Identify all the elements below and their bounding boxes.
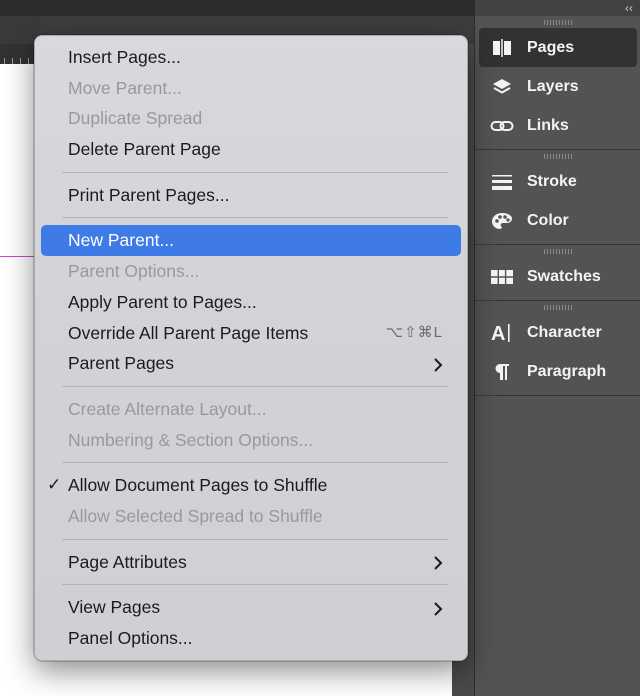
dock-item-stroke[interactable]: Stroke: [479, 162, 637, 201]
dock-group: Stroke Color: [475, 150, 640, 245]
dock-item-swatches[interactable]: Swatches: [479, 257, 637, 296]
menu-item-view-pages[interactable]: View Pages: [41, 592, 461, 623]
menu-item-label: View Pages: [68, 597, 161, 618]
pages-panel-menu: Insert Pages... Move Parent... Duplicate S…: [34, 35, 468, 661]
chevron-right-icon: [429, 348, 447, 379]
menu-item-parent-options: Parent Options...: [41, 256, 461, 287]
dock-item-label: Pages: [527, 38, 575, 56]
menu-item-move-parent: Move Parent...: [41, 73, 461, 104]
menu-item-parent-pages[interactable]: Parent Pages: [41, 348, 461, 379]
menu-separator: [62, 171, 448, 173]
layers-icon: [489, 76, 515, 98]
checkmark-icon: ✓: [47, 475, 62, 495]
menu-separator: [62, 385, 448, 387]
dock-item-label: Paragraph: [527, 362, 607, 380]
dock-item-label: Swatches: [527, 267, 601, 285]
menu-item-label: Create Alternate Layout...: [68, 398, 267, 419]
menu-item-allow-selected-spread-to-shuffle: Allow Selected Spread to Shuffle: [41, 501, 461, 532]
menu-item-label: Allow Document Pages to Shuffle: [68, 475, 328, 496]
menu-item-label: Numbering & Section Options...: [68, 429, 314, 450]
chevron-right-icon: [429, 592, 447, 623]
menu-item-duplicate-spread: Duplicate Spread: [41, 103, 461, 134]
menu-item-label: Print Parent Pages...: [68, 184, 230, 205]
dock-item-label: Stroke: [527, 172, 577, 190]
dock-item-layers[interactable]: Layers: [479, 67, 637, 106]
panel-group-grip[interactable]: [475, 16, 640, 28]
menu-separator: [62, 538, 448, 540]
menu-item-label: Apply Parent to Pages...: [68, 291, 257, 312]
color-palette-icon: [489, 210, 515, 232]
dock-group: Pages Layers Links: [475, 16, 640, 150]
menu-item-label: Parent Pages: [68, 353, 175, 374]
menu-separator: [62, 584, 448, 586]
menu-item-label: Panel Options...: [68, 628, 193, 648]
dock-item-color[interactable]: Color: [479, 201, 637, 240]
stroke-icon: [489, 171, 515, 193]
menu-item-label: Move Parent...: [68, 77, 182, 98]
chevron-right-icon: [429, 547, 447, 578]
menu-item-insert-pages[interactable]: Insert Pages...: [41, 42, 461, 73]
dock-item-label: Links: [527, 116, 569, 134]
menu-item-label: Page Attributes: [68, 551, 187, 572]
menu-item-label: Duplicate Spread: [68, 108, 203, 129]
grip-dots-icon: [544, 19, 572, 25]
dock-item-label: Character: [527, 323, 602, 341]
paragraph-icon: [489, 361, 515, 383]
menu-item-override-all-parent-page-items[interactable]: Override All Parent Page Items ⌥⇧⌘L: [41, 318, 461, 349]
dock-item-pages[interactable]: Pages: [479, 28, 637, 67]
dock-header: ‹‹: [475, 0, 640, 16]
menu-item-panel-options[interactable]: Panel Options...: [41, 623, 461, 654]
dock-group: A Character Paragraph: [475, 301, 640, 396]
grip-dots-icon: [544, 153, 572, 159]
menu-item-numbering-section-options: Numbering & Section Options...: [41, 425, 461, 456]
dock-panel-groups: Pages Layers Links Stroke Color Swatches A Char…: [475, 16, 640, 396]
menu-item-label: Allow Selected Spread to Shuffle: [68, 505, 323, 526]
svg-text:A: A: [491, 323, 505, 344]
dock-item-paragraph[interactable]: Paragraph: [479, 352, 637, 391]
menu-separator: [62, 217, 448, 219]
menu-item-label: Delete Parent Page: [68, 139, 221, 160]
panel-group-grip[interactable]: [475, 301, 640, 313]
menu-item-page-attributes[interactable]: Page Attributes: [41, 547, 461, 578]
dock-item-label: Color: [527, 211, 569, 229]
margin-guide: [0, 256, 36, 257]
menu-item-label: Insert Pages...: [68, 47, 181, 67]
character-icon: A: [489, 322, 515, 344]
dock-item-label: Layers: [527, 77, 579, 95]
links-icon: [489, 115, 515, 137]
menu-item-apply-parent-to-pages[interactable]: Apply Parent to Pages...: [41, 287, 461, 318]
grip-dots-icon: [544, 304, 572, 310]
menu-item-new-parent[interactable]: New Parent...: [41, 225, 461, 257]
pages-icon: [489, 37, 515, 59]
menu-item-label: Parent Options...: [68, 261, 200, 282]
dock-item-character[interactable]: A Character: [479, 313, 637, 352]
menu-item-label: Override All Parent Page Items: [68, 322, 309, 343]
menu-item-label: New Parent...: [68, 230, 175, 251]
menu-item-allow-document-pages-to-shuffle[interactable]: ✓ Allow Document Pages to Shuffle: [41, 470, 461, 501]
dock-group: Swatches: [475, 245, 640, 301]
panel-group-grip[interactable]: [475, 150, 640, 162]
panel-dock: ‹‹ Pages Layers Links Stroke Color Swatches A C…: [474, 0, 640, 696]
keyboard-shortcut: ⌥⇧⌘L: [385, 323, 443, 341]
menu-item-create-alternate-layout: Create Alternate Layout...: [41, 394, 461, 425]
application-toolbar: [0, 0, 474, 16]
menu-item-delete-parent-page[interactable]: Delete Parent Page: [41, 134, 461, 165]
grip-dots-icon: [544, 248, 572, 254]
swatches-icon: [489, 266, 515, 288]
menu-item-print-parent-pages[interactable]: Print Parent Pages...: [41, 180, 461, 211]
menu-separator: [62, 462, 448, 464]
dock-item-links[interactable]: Links: [479, 106, 637, 145]
panel-group-grip[interactable]: [475, 245, 640, 257]
collapse-panels-icon[interactable]: ‹‹: [625, 0, 633, 16]
